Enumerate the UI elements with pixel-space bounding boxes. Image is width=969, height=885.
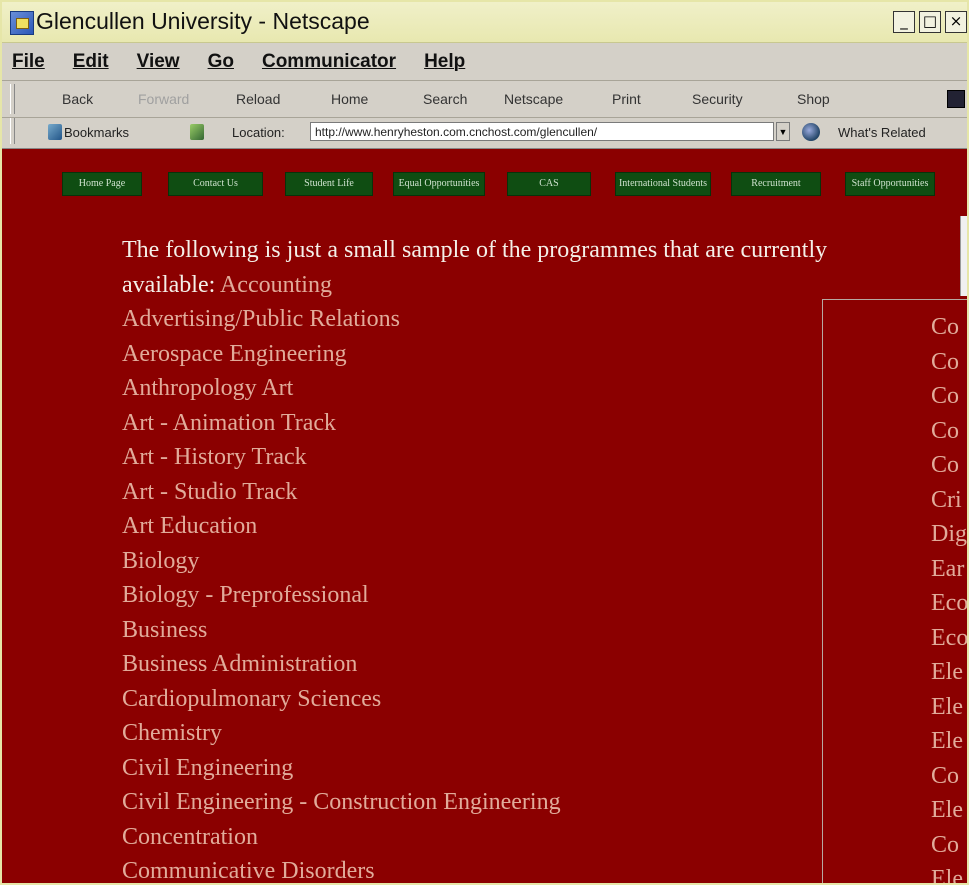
url-dropdown-button[interactable]: ▼: [776, 122, 790, 141]
program-link[interactable]: Art - Studio Track: [122, 475, 842, 510]
forward-button[interactable]: Forward: [138, 91, 189, 107]
side-scrollbar[interactable]: [960, 216, 967, 296]
toolbar-grip[interactable]: [10, 84, 15, 114]
browser-window: Glencullen University - Netscape _ □ × F…: [0, 0, 969, 885]
programmes-section: The following is just a small sample of …: [122, 233, 842, 883]
nav-student-life[interactable]: Student Life: [285, 172, 373, 196]
side-program-link[interactable]: Ele: [931, 862, 967, 883]
overlapping-program-panel: Co Co Co Co Co Cri Dig Ear Eco Eco Ele E…: [822, 299, 967, 883]
whats-related-button[interactable]: What's Related: [838, 125, 926, 140]
side-program-link[interactable]: Ele: [931, 690, 967, 725]
side-program-link[interactable]: Ele: [931, 793, 967, 828]
program-link[interactable]: Chemistry: [122, 716, 842, 751]
side-program-link[interactable]: Co: [931, 448, 967, 483]
navigation-toolbar: Back Forward Reload Home Search Netscape…: [2, 81, 967, 118]
menu-go[interactable]: Go: [208, 51, 234, 73]
side-program-link[interactable]: Eco: [931, 586, 967, 621]
netscape-logo-icon: [947, 90, 965, 108]
toolbar-grip[interactable]: [10, 118, 15, 144]
bookmarks-button[interactable]: Bookmarks: [64, 125, 129, 140]
netscape-button[interactable]: Netscape: [504, 91, 563, 107]
program-link[interactable]: Communicative Disorders: [122, 854, 842, 883]
side-program-list: Co Co Co Co Co Cri Dig Ear Eco Eco Ele E…: [931, 310, 967, 883]
menu-communicator[interactable]: Communicator: [262, 51, 396, 73]
menu-bar: File Edit View Go Communicator Help: [2, 44, 967, 81]
home-button[interactable]: Home: [331, 91, 368, 107]
side-program-link[interactable]: Co: [931, 379, 967, 414]
window-controls: _ □ ×: [893, 11, 967, 33]
bookmarks-icon: [48, 124, 62, 140]
url-input[interactable]: [310, 122, 774, 141]
netscape-app-icon: [10, 11, 34, 35]
menu-file[interactable]: File: [12, 51, 45, 73]
side-program-link[interactable]: Eco: [931, 621, 967, 656]
close-button[interactable]: ×: [945, 11, 967, 33]
menu-view[interactable]: View: [137, 51, 180, 73]
program-link[interactable]: Biology: [122, 544, 842, 579]
program-link[interactable]: Biology - Preprofessional: [122, 578, 842, 613]
program-link[interactable]: Business: [122, 613, 842, 648]
side-program-link[interactable]: Dig: [931, 517, 967, 552]
print-button[interactable]: Print: [612, 91, 641, 107]
side-program-link[interactable]: Co: [931, 828, 967, 863]
program-link[interactable]: Anthropology Art: [122, 371, 842, 406]
page-content: Home Page Contact Us Student Life Equal …: [2, 149, 967, 883]
program-link[interactable]: Concentration: [122, 820, 842, 855]
program-link[interactable]: Accounting: [220, 272, 332, 298]
nav-recruitment[interactable]: Recruitment: [731, 172, 821, 196]
title-bar[interactable]: Glencullen University - Netscape _ □ ×: [2, 2, 967, 43]
location-toolbar: Bookmarks Location: ▼ What's Related: [2, 118, 967, 149]
program-link[interactable]: Art - History Track: [122, 440, 842, 475]
nav-contact-us[interactable]: Contact Us: [168, 172, 263, 196]
program-link[interactable]: Civil Engineering - Construction Enginee…: [122, 785, 842, 820]
page-proxy-icon[interactable]: [190, 124, 204, 140]
back-button[interactable]: Back: [62, 91, 93, 107]
side-program-link[interactable]: Co: [931, 310, 967, 345]
shop-button[interactable]: Shop: [797, 91, 830, 107]
nav-staff-opportunities[interactable]: Staff Opportunities: [845, 172, 935, 196]
side-program-link[interactable]: Co: [931, 759, 967, 794]
program-link[interactable]: Civil Engineering: [122, 751, 842, 786]
nav-equal-opportunities[interactable]: Equal Opportunities: [393, 172, 485, 196]
menu-edit[interactable]: Edit: [73, 51, 109, 73]
side-program-link[interactable]: Ele: [931, 655, 967, 690]
side-program-link[interactable]: Ele: [931, 724, 967, 759]
window-title: Glencullen University - Netscape: [36, 8, 370, 34]
program-link[interactable]: Business Administration: [122, 647, 842, 682]
maximize-button[interactable]: □: [919, 11, 941, 33]
location-label: Location:: [232, 125, 285, 140]
nav-international-students[interactable]: International Students: [615, 172, 711, 196]
program-list: Advertising/Public Relations Aerospace E…: [122, 302, 842, 883]
side-program-link[interactable]: Cri: [931, 483, 967, 518]
site-navigation: Home Page Contact Us Student Life Equal …: [2, 167, 967, 203]
side-program-link[interactable]: Ear: [931, 552, 967, 587]
program-link[interactable]: Art - Animation Track: [122, 406, 842, 441]
program-link[interactable]: Cardiopulmonary Sciences: [122, 682, 842, 717]
whats-related-icon: [802, 123, 820, 141]
nav-cas[interactable]: CAS: [507, 172, 591, 196]
security-button[interactable]: Security: [692, 91, 743, 107]
program-link[interactable]: Aerospace Engineering: [122, 337, 842, 372]
minimize-button[interactable]: _: [893, 11, 915, 33]
side-program-link[interactable]: Co: [931, 414, 967, 449]
reload-button[interactable]: Reload: [236, 91, 280, 107]
side-program-link[interactable]: Co: [931, 345, 967, 380]
search-button[interactable]: Search: [423, 91, 467, 107]
menu-help[interactable]: Help: [424, 51, 465, 73]
program-link[interactable]: Art Education: [122, 509, 842, 544]
nav-home-page[interactable]: Home Page: [62, 172, 142, 196]
program-link[interactable]: Advertising/Public Relations: [122, 302, 842, 337]
